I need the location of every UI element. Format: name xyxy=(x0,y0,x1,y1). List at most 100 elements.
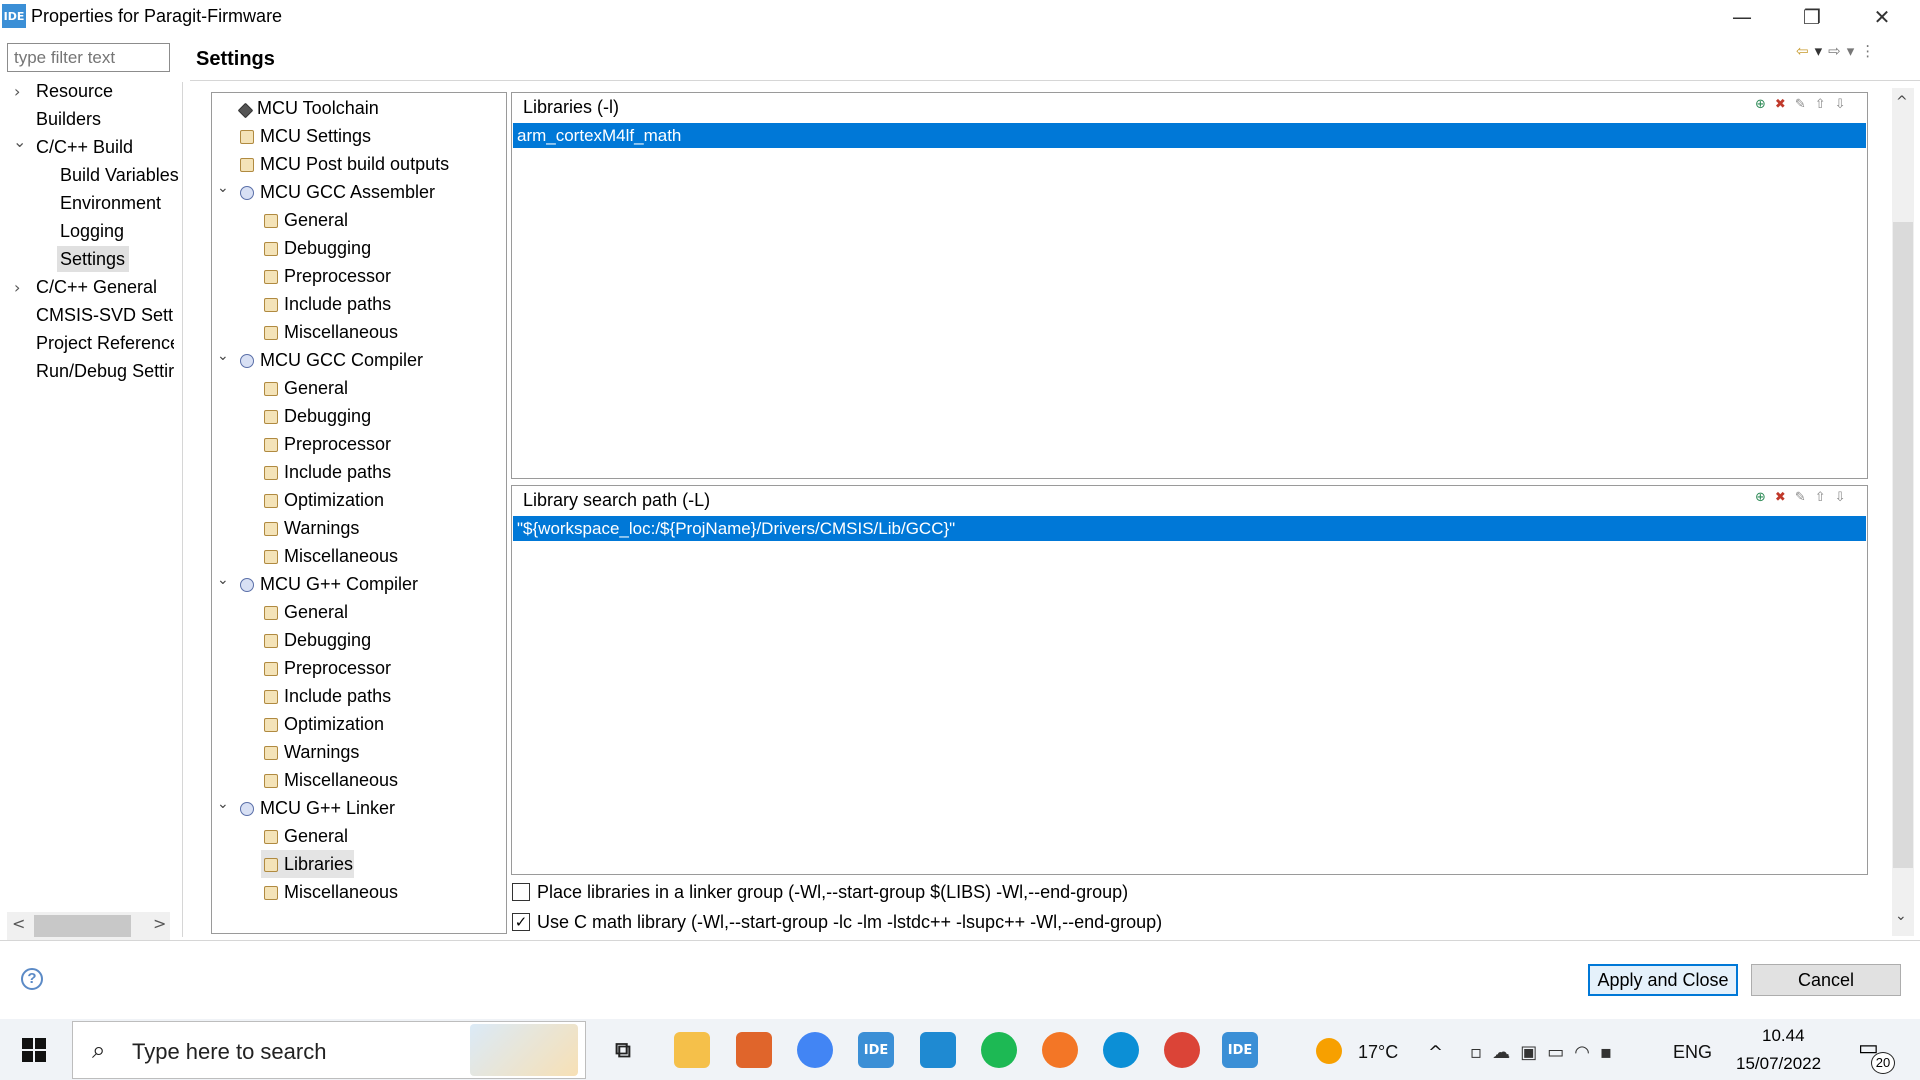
cancel-button[interactable]: Cancel xyxy=(1751,964,1901,996)
tree-item-mcu-toolchain[interactable]: MCU Toolchain xyxy=(237,94,379,122)
apply-and-close-button[interactable]: Apply and Close xyxy=(1588,964,1738,996)
matlab-icon[interactable] xyxy=(736,1032,772,1068)
move-down-icon[interactable]: ⇩ xyxy=(1835,490,1855,505)
spotify-icon[interactable] xyxy=(981,1032,1017,1068)
tree-item-mcu-gcc-assembler[interactable]: MCU GCC Assembler xyxy=(240,178,435,206)
tree-item-debugging[interactable]: Debugging xyxy=(264,402,371,430)
tree-item-general[interactable]: General xyxy=(264,374,348,402)
tree-item-general[interactable]: General xyxy=(264,822,348,850)
edge-icon[interactable] xyxy=(1103,1032,1139,1068)
tree-item-preprocessor[interactable]: Preprocessor xyxy=(264,654,391,682)
scroll-up-icon[interactable]: ^ xyxy=(1896,94,1908,110)
back-icon[interactable]: ⇦ xyxy=(1796,42,1815,60)
jupyter-icon[interactable] xyxy=(1042,1032,1078,1068)
nav-item-cpp-general[interactable]: C/C++ General xyxy=(36,274,157,300)
linker-group-checkbox[interactable] xyxy=(512,883,530,901)
library-item[interactable]: arm_cortexM4lf_math xyxy=(513,123,1866,148)
weather-temperature[interactable]: 17°C xyxy=(1358,1042,1398,1063)
help-icon[interactable]: ? xyxy=(21,968,43,990)
tree-collapse-chevron-icon[interactable]: ⌄ xyxy=(217,180,229,196)
chrome-icon[interactable] xyxy=(797,1032,833,1068)
scroll-left-icon[interactable]: < xyxy=(12,914,25,933)
collapse-arrow-icon[interactable]: ⌄ xyxy=(13,132,26,151)
history-nav-icons[interactable]: ⇦▾⇨▾⋮ xyxy=(1796,42,1881,60)
tree-item-miscellaneous[interactable]: Miscellaneous xyxy=(264,542,398,570)
c-math-checkbox[interactable]: ✓ xyxy=(512,913,530,931)
minimize-button[interactable]: — xyxy=(1712,0,1772,34)
move-down-icon[interactable]: ⇩ xyxy=(1835,97,1855,112)
view-menu-icon[interactable]: ⋮ xyxy=(1860,42,1881,60)
tree-item-warnings[interactable]: Warnings xyxy=(264,738,359,766)
tree-item-mcu-post-build-outputs[interactable]: MCU Post build outputs xyxy=(240,150,449,178)
tree-item-preprocessor[interactable]: Preprocessor xyxy=(264,430,391,458)
tree-item-mcu-g-linker[interactable]: MCU G++ Linker xyxy=(240,794,395,822)
tree-item-miscellaneous[interactable]: Miscellaneous xyxy=(264,766,398,794)
tree-collapse-chevron-icon[interactable]: ⌄ xyxy=(217,796,229,812)
language-indicator[interactable]: ENG xyxy=(1673,1042,1712,1063)
nav-item-settings[interactable]: Settings xyxy=(60,246,125,272)
chrome-profile-icon[interactable] xyxy=(1164,1032,1200,1068)
search-placeholder[interactable]: Type here to search xyxy=(132,1039,326,1065)
tree-item-mcu-g-compiler[interactable]: MCU G++ Compiler xyxy=(240,570,418,598)
nav-item-run-debug[interactable]: Run/Debug Settir xyxy=(36,358,174,384)
tree-item-miscellaneous[interactable]: Miscellaneous xyxy=(264,878,398,906)
edit-icon[interactable]: ✎ xyxy=(1795,490,1815,505)
tree-item-optimization[interactable]: Optimization xyxy=(264,486,384,514)
close-button[interactable]: ✕ xyxy=(1852,0,1912,34)
tree-item-optimization[interactable]: Optimization xyxy=(264,710,384,738)
forward-menu-icon[interactable]: ▾ xyxy=(1847,42,1861,60)
tree-item-miscellaneous[interactable]: Miscellaneous xyxy=(264,318,398,346)
nav-item-project-references[interactable]: Project Reference: xyxy=(36,330,174,356)
clock-date[interactable]: 15/07/2022 xyxy=(1736,1054,1821,1074)
weather-sun-icon[interactable] xyxy=(1316,1038,1342,1064)
system-tray-icons[interactable]: ▫☁▣▭◠▪ xyxy=(1470,1042,1622,1063)
restore-button[interactable]: ❐ xyxy=(1782,0,1842,34)
back-menu-icon[interactable]: ▾ xyxy=(1815,42,1829,60)
delete-icon[interactable]: ✖ xyxy=(1775,490,1795,505)
file-explorer-icon[interactable] xyxy=(674,1032,710,1068)
nav-item-logging[interactable]: Logging xyxy=(60,218,124,244)
expand-arrow-icon[interactable]: › xyxy=(14,82,20,101)
nav-item-cmsis-svd[interactable]: CMSIS-SVD Settir xyxy=(36,302,174,328)
task-view-icon[interactable]: ⧉ xyxy=(605,1032,641,1068)
windows-start-icon[interactable] xyxy=(22,1038,46,1062)
tree-item-preprocessor[interactable]: Preprocessor xyxy=(264,262,391,290)
scroll-right-icon[interactable]: > xyxy=(153,914,166,933)
nav-item-build-variables[interactable]: Build Variables xyxy=(60,162,179,188)
tree-item-include-paths[interactable]: Include paths xyxy=(264,458,391,486)
tree-item-debugging[interactable]: Debugging xyxy=(264,626,371,654)
tree-collapse-chevron-icon[interactable]: ⌄ xyxy=(217,348,229,364)
nav-item-builders[interactable]: Builders xyxy=(36,106,101,132)
scrollbar-thumb[interactable] xyxy=(1893,222,1913,868)
nav-item-cpp-build[interactable]: C/C++ Build xyxy=(36,134,133,160)
scroll-down-icon[interactable]: ⌄ xyxy=(1895,908,1907,924)
tree-item-libraries[interactable]: Libraries xyxy=(264,850,353,878)
tray-overflow-icon[interactable]: ^ xyxy=(1428,1042,1443,1063)
tree-item-include-paths[interactable]: Include paths xyxy=(264,682,391,710)
tree-item-debugging[interactable]: Debugging xyxy=(264,234,371,262)
tree-item-general[interactable]: General xyxy=(264,206,348,234)
delete-icon[interactable]: ✖ xyxy=(1775,97,1795,112)
tree-item-mcu-settings[interactable]: MCU Settings xyxy=(240,122,371,150)
move-up-icon[interactable]: ⇧ xyxy=(1815,97,1835,112)
scrollbar-thumb[interactable] xyxy=(34,915,131,937)
add-icon[interactable]: ⊕ xyxy=(1755,97,1775,112)
forward-icon[interactable]: ⇨ xyxy=(1828,42,1847,60)
add-icon[interactable]: ⊕ xyxy=(1755,490,1775,505)
filter-input[interactable] xyxy=(7,43,170,72)
edit-icon[interactable]: ✎ xyxy=(1795,97,1815,112)
nav-item-resource[interactable]: Resource xyxy=(36,78,113,104)
tree-item-include-paths[interactable]: Include paths xyxy=(264,290,391,318)
tree-collapse-chevron-icon[interactable]: ⌄ xyxy=(217,572,229,588)
tree-item-warnings[interactable]: Warnings xyxy=(264,514,359,542)
vscode-icon[interactable] xyxy=(920,1032,956,1068)
move-up-icon[interactable]: ⇧ xyxy=(1815,490,1835,505)
stm32cubeide-active-icon[interactable]: IDE xyxy=(1222,1032,1258,1068)
expand-arrow-icon[interactable]: › xyxy=(14,278,20,297)
tree-item-general[interactable]: General xyxy=(264,598,348,626)
library-path-item[interactable]: "${workspace_loc:/${ProjName}/Drivers/CM… xyxy=(513,516,1866,541)
tree-item-mcu-gcc-compiler[interactable]: MCU GCC Compiler xyxy=(240,346,423,374)
sash-divider[interactable] xyxy=(182,82,183,937)
nav-item-environment[interactable]: Environment xyxy=(60,190,161,216)
stm32cubeide-icon[interactable]: IDE xyxy=(858,1032,894,1068)
